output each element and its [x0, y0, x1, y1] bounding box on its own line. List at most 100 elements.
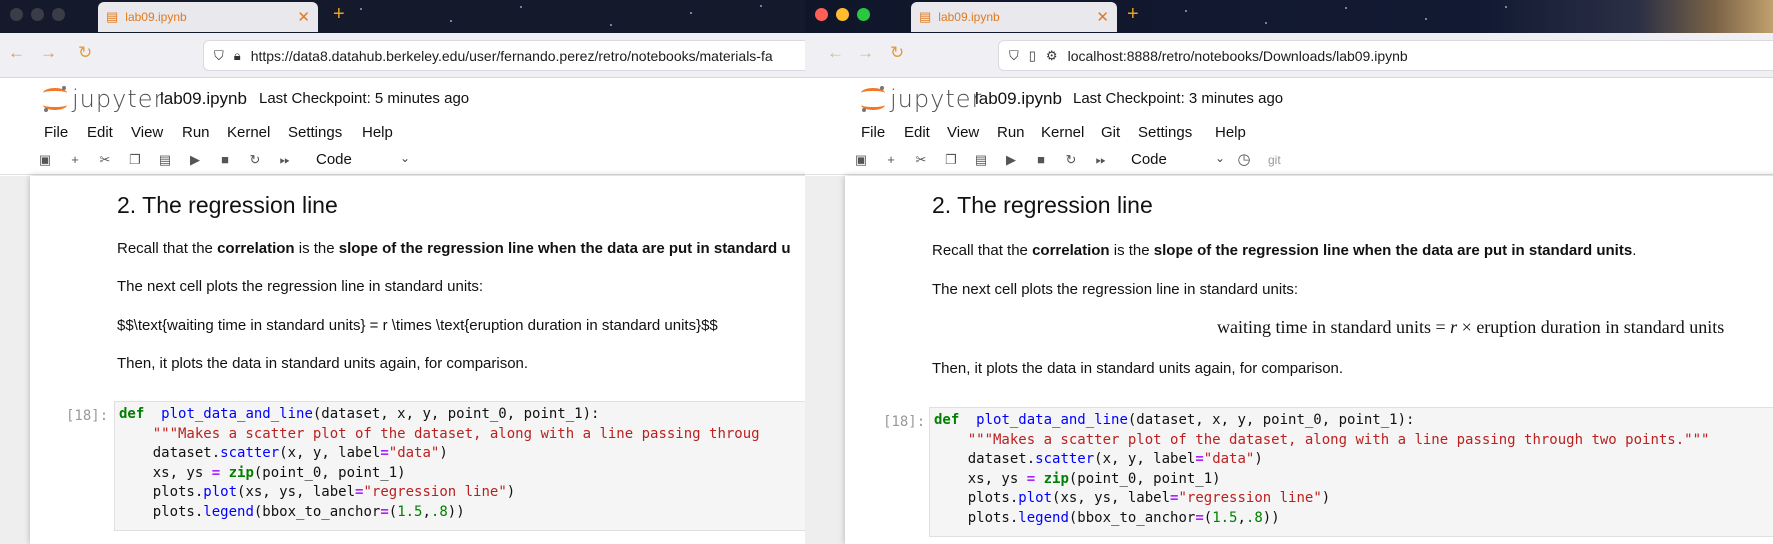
cut-icon[interactable]: ✂ — [97, 152, 113, 168]
jupyter-logo-text: jupyter — [72, 85, 165, 113]
code-line: dataset.scatter(x, y, label="data") — [119, 445, 448, 461]
menu-edit[interactable]: Edit — [904, 124, 930, 141]
markdown-paragraph-correlation: Recall that the correlation is the slope… — [117, 240, 791, 257]
raw-latex-equation: $$\text{waiting time in standard units} … — [117, 317, 718, 334]
notebook-toolbar: ▣ + ✂ ❐ ▤ ▶ ■ ↻ ⏩︎ Code ⌄ ◷ git — [805, 147, 1773, 175]
close-tab-icon[interactable]: ✕ — [297, 8, 310, 26]
notebook-toolbar: ▣ + ✂ ❐ ▤ ▶ ■ ↻ ⏩︎ Code ⌄ — [0, 147, 805, 175]
copy-icon[interactable]: ❐ — [943, 152, 959, 168]
menu-run[interactable]: Run — [182, 124, 210, 141]
menu-kernel[interactable]: Kernel — [227, 124, 270, 141]
close-tab-icon[interactable]: ✕ — [1096, 8, 1109, 26]
close-window-button[interactable] — [815, 8, 828, 21]
cell-type-value: Code — [316, 151, 352, 168]
code-line: def plot_data_and_line(dataset, x, y, po… — [119, 406, 600, 422]
menu-help[interactable]: Help — [362, 124, 393, 141]
permissions-icon: ⚙ — [1045, 47, 1058, 63]
stop-icon[interactable]: ■ — [1033, 152, 1049, 167]
code-cell[interactable]: def plot_data_and_line(dataset, x, y, po… — [114, 401, 805, 531]
zoom-window-button[interactable] — [52, 8, 65, 21]
menu-view[interactable]: View — [947, 124, 979, 141]
cell-type-value: Code — [1131, 151, 1167, 168]
markdown-paragraph-correlation: Recall that the correlation is the slope… — [932, 242, 1637, 259]
menu-bar: File Edit View Run Kernel Git Settings H… — [805, 120, 1773, 146]
jupyter-logo[interactable]: jupyter — [42, 85, 164, 113]
reload-icon[interactable]: ↻ — [890, 43, 904, 63]
url-text: https://data8.datahub.berkeley.edu/user/… — [250, 47, 773, 64]
restart-icon[interactable]: ↻ — [1063, 152, 1079, 168]
code-line: plots.plot(xs, ys, label="regression lin… — [119, 484, 516, 500]
menu-settings[interactable]: Settings — [1138, 124, 1192, 141]
url-bar[interactable]: ⛉ ▯ ⚙ localhost:8888/retro/notebooks/Dow… — [998, 40, 1773, 71]
minimize-window-button[interactable] — [836, 8, 849, 21]
menu-settings[interactable]: Settings — [288, 124, 342, 141]
chevron-down-icon: ⌄ — [1215, 151, 1226, 165]
save-icon[interactable]: ▣ — [37, 152, 53, 168]
menu-run[interactable]: Run — [997, 124, 1025, 141]
menu-file[interactable]: File — [44, 124, 68, 141]
insert-cell-icon[interactable]: + — [67, 152, 83, 167]
menu-edit[interactable]: Edit — [87, 124, 113, 141]
clock-icon[interactable]: ◷ — [1236, 150, 1252, 168]
lock-icon: 🔒︎ — [233, 47, 241, 63]
notebook-name[interactable]: lab09.ipynb — [975, 89, 1062, 109]
new-tab-button[interactable]: + — [1127, 3, 1139, 26]
cell-type-select[interactable]: Code ⌄ — [1131, 151, 1225, 168]
right-browser-window: ▤ lab09.ipynb ✕ + ← → ↻ ⛉ ▯ ⚙ localhost:… — [805, 0, 1773, 544]
jupyter-header: jupyter lab09.ipynb Last Checkpoint: 3 m… — [805, 78, 1773, 120]
code-line: plots.plot(xs, ys, label="regression lin… — [934, 490, 1331, 506]
jupyter-logo[interactable]: jupyter — [860, 85, 982, 113]
forward-arrow-icon[interactable]: → — [40, 43, 57, 63]
window-controls — [815, 8, 870, 21]
menu-view[interactable]: View — [131, 124, 163, 141]
restart-icon[interactable]: ↻ — [247, 152, 263, 168]
copy-icon[interactable]: ❐ — [127, 152, 143, 168]
notebook-page: 2. The regression line Recall that the c… — [30, 176, 805, 544]
shield-icon: ⛉ — [214, 47, 224, 63]
fast-forward-icon[interactable]: ⏩︎ — [277, 152, 293, 168]
code-line: plots.legend(bbox_to_anchor=(1.5,.8)) — [119, 503, 465, 520]
menu-git[interactable]: Git — [1101, 124, 1120, 141]
menu-file[interactable]: File — [861, 124, 885, 141]
stop-icon[interactable]: ■ — [217, 152, 233, 167]
notebook-file-icon: ▤ — [919, 9, 932, 24]
cut-icon[interactable]: ✂ — [913, 152, 929, 168]
save-icon[interactable]: ▣ — [853, 152, 869, 168]
tab-title: lab09.ipynb — [125, 10, 187, 24]
run-icon[interactable]: ▶ — [187, 152, 203, 168]
url-bar[interactable]: ⛉ 🔒︎ https://data8.datahub.berkeley.edu/… — [203, 40, 805, 71]
back-arrow-icon[interactable]: ← — [827, 43, 844, 63]
notebook-name[interactable]: lab09.ipynb — [160, 89, 247, 109]
background-star — [1345, 7, 1347, 9]
shield-icon: ⛉ — [1009, 47, 1019, 63]
browser-tab[interactable]: ▤ lab09.ipynb ✕ — [98, 2, 318, 32]
fast-forward-icon[interactable]: ⏩︎ — [1093, 152, 1109, 168]
menu-kernel[interactable]: Kernel — [1041, 124, 1084, 141]
rendered-math-equation: waiting time in standard units = r × eru… — [1217, 317, 1725, 337]
background-star — [1265, 22, 1267, 24]
markdown-paragraph-comparison: Then, it plots the data in standard unit… — [932, 360, 1344, 377]
git-label: git — [1268, 153, 1281, 167]
paste-icon[interactable]: ▤ — [973, 152, 989, 168]
navigation-bar: ← → ↻ ⛉ ▯ ⚙ localhost:8888/retro/noteboo… — [805, 33, 1773, 78]
reload-icon[interactable]: ↻ — [78, 43, 92, 63]
paste-icon[interactable]: ▤ — [157, 152, 173, 168]
code-line: def plot_data_and_line(dataset, x, y, po… — [934, 412, 1415, 428]
close-window-button[interactable] — [10, 8, 23, 21]
new-tab-button[interactable]: + — [333, 3, 345, 26]
browser-tab[interactable]: ▤ lab09.ipynb ✕ — [911, 2, 1117, 32]
window-controls — [10, 8, 65, 21]
run-icon[interactable]: ▶ — [1003, 152, 1019, 168]
forward-arrow-icon[interactable]: → — [857, 43, 874, 63]
menu-help[interactable]: Help — [1215, 124, 1246, 141]
insert-cell-icon[interactable]: + — [883, 152, 899, 167]
code-cell[interactable]: def plot_data_and_line(dataset, x, y, po… — [929, 407, 1773, 537]
cell-type-select[interactable]: Code ⌄ — [316, 151, 410, 168]
back-arrow-icon[interactable]: ← — [8, 43, 25, 63]
checkpoint-status: Last Checkpoint: 5 minutes ago — [259, 90, 470, 107]
zoom-window-button[interactable] — [857, 8, 870, 21]
jupyter-logo-icon — [42, 86, 68, 112]
notebook-file-icon: ▤ — [106, 9, 119, 24]
background-star — [450, 20, 452, 22]
minimize-window-button[interactable] — [31, 8, 44, 21]
